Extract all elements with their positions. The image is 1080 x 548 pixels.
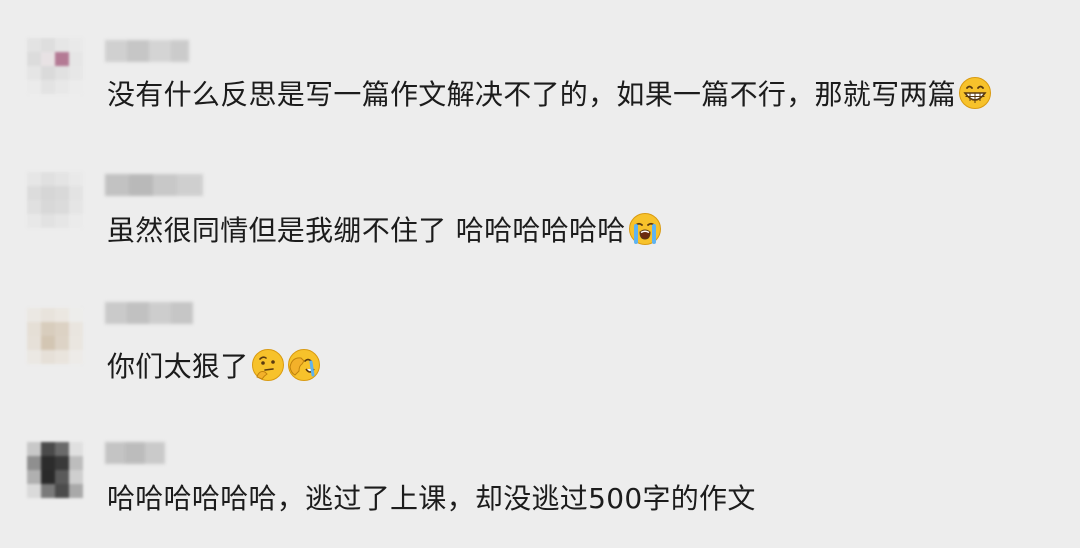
comment-text: 哈哈哈哈哈哈，逃过了上课，却没逃过500字的作文 [107, 482, 756, 516]
loudly-crying-face-icon [628, 213, 661, 245]
grinning-face-icon [959, 77, 992, 109]
comment-item: 你们太狠了 [0, 302, 1080, 388]
username[interactable] [105, 174, 203, 196]
thinking-face-icon [251, 349, 284, 381]
comment-text: 没有什么反思是写一篇作文解决不了的，如果一篇不行，那就写两篇 [107, 76, 992, 112]
avatar[interactable] [27, 308, 83, 364]
facepalm-icon [287, 349, 320, 381]
comment-item: 虽然很同情但是我绷不住了 哈哈哈哈哈哈 [0, 172, 1080, 252]
comment-text-content: 你们太狠了 [107, 350, 249, 383]
comment-text: 你们太狠了 [107, 348, 321, 384]
avatar[interactable] [27, 38, 83, 94]
username[interactable] [105, 302, 193, 324]
comment-text-content: 没有什么反思是写一篇作文解决不了的，如果一篇不行，那就写两篇 [107, 78, 957, 111]
avatar[interactable] [27, 442, 83, 498]
comment-item: 哈哈哈哈哈哈，逃过了上课，却没逃过500字的作文 [0, 442, 1080, 522]
avatar[interactable] [27, 172, 83, 228]
comment-item: 没有什么反思是写一篇作文解决不了的，如果一篇不行，那就写两篇 [0, 38, 1080, 118]
comment-text: 虽然很同情但是我绷不住了 哈哈哈哈哈哈 [107, 212, 662, 248]
username[interactable] [105, 40, 189, 62]
comment-text-content: 哈哈哈哈哈哈，逃过了上课，却没逃过500字的作文 [107, 482, 756, 515]
username[interactable] [105, 442, 165, 464]
comment-text-content: 虽然很同情但是我绷不住了 哈哈哈哈哈哈 [107, 214, 626, 247]
